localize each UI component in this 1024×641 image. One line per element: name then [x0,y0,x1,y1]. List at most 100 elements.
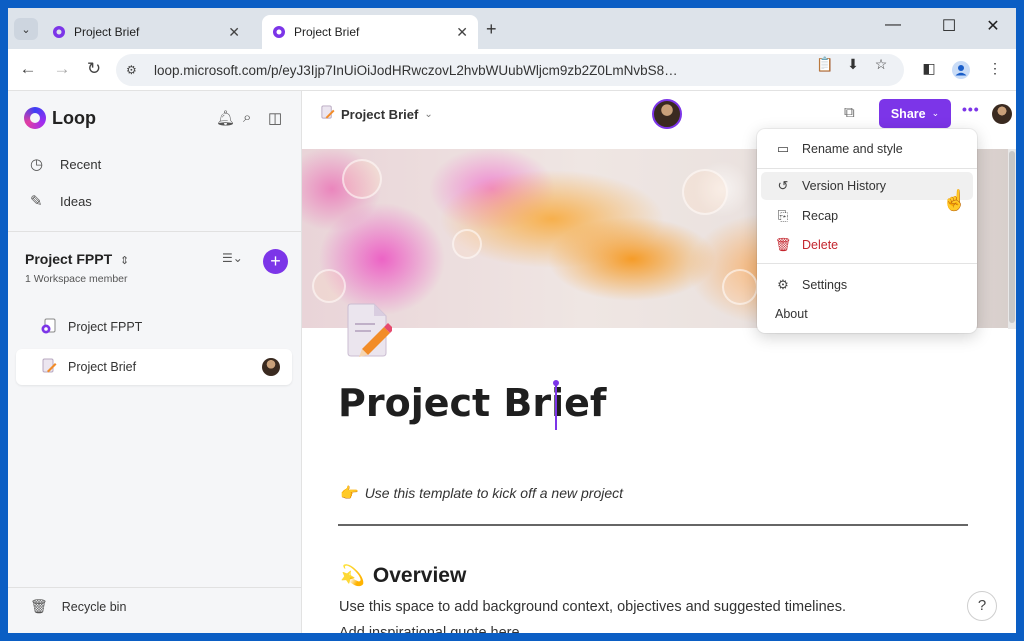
workspace-page-icon [40,317,58,338]
paragraph[interactable]: Add inspirational quote here. [339,625,524,633]
sidebar-item-ideas[interactable]: ✎ Ideas [30,192,92,210]
chevron-down-icon: ⌄ [424,108,433,120]
divider [8,587,301,588]
menu-divider [757,168,977,169]
help-button[interactable]: ? [967,591,997,621]
menu-item-label: Delete [802,238,839,252]
recap-icon: ⎘ [777,208,789,223]
install-app-icon[interactable]: ⬇ [842,56,864,73]
memo-icon [320,105,335,123]
memo-icon[interactable] [346,303,394,357]
clipboard-icon[interactable]: 📋 [814,56,836,73]
chevron-down-icon: ⌄ [931,108,940,118]
tab-close-icon[interactable]: ✕ [228,24,240,41]
sidebar-page-label: Project FPPT [68,320,143,334]
page-title[interactable]: Project Brief [338,381,606,425]
tab-close-icon[interactable]: ✕ [456,24,468,41]
side-panel-icon[interactable]: ◧ [918,60,940,77]
share-label: Share [890,106,926,121]
menu-divider [757,263,977,264]
divider [338,524,968,526]
memo-icon [40,358,58,377]
bubble-shape [452,229,482,259]
minimize-icon[interactable]: — [870,16,916,34]
menu-item-label: About [775,307,808,321]
bookmark-star-icon[interactable]: ☆ [870,56,892,73]
loop-favicon-icon [52,25,66,39]
scrollbar[interactable] [1008,149,1016,329]
bubble-shape [342,159,382,199]
close-window-icon[interactable]: ✕ [970,16,1016,36]
menu-item-delete[interactable]: 🗑︎ Delete [761,231,973,259]
tab-search-button[interactable]: ⌄ [14,18,38,40]
paragraph[interactable]: Use this space to add background context… [339,599,846,615]
menu-item-about[interactable]: About [761,300,973,328]
dizzy-icon: 💫 [340,565,365,587]
pointing-hand-icon: 👉 [340,485,359,502]
divider [8,231,301,232]
menu-item-settings[interactable]: ⚙ Settings [761,271,973,299]
sort-menu-icon[interactable]: ☰⌄ [222,251,243,265]
components-icon[interactable]: ⧉ [844,104,855,121]
sidebar-page-label: Project Brief [68,360,137,374]
more-options-button[interactable]: ••• [962,101,980,117]
trash-icon: 🗑︎ [774,237,792,252]
sidebar: Loop 🔔︎ ⌕ ◫ ◷ Recent ✎ Ideas Project FPP… [8,91,302,633]
menu-item-label: Rename and style [802,142,903,156]
tab-active[interactable]: Project Brief ✕ [262,15,478,49]
sidebar-page-project-fppt[interactable]: Project FPPT [16,309,292,345]
gear-icon: ⚙ [777,277,789,292]
bell-icon[interactable]: 🔔︎ [216,109,235,127]
maximize-icon[interactable]: ☐ [926,16,972,36]
menu-item-label: Version History [802,179,887,193]
loop-favicon-icon [272,25,286,39]
back-icon[interactable]: ← [16,59,40,79]
forward-icon[interactable]: → [50,59,74,79]
breadcrumb[interactable]: Project Brief ⌄ [320,105,433,123]
bubble-shape [722,269,758,305]
tab-label: Project Brief [294,25,360,39]
search-icon[interactable]: ⌕ [243,109,251,126]
collaborator-avatar[interactable] [652,99,682,129]
browser-menu-icon[interactable]: ⋮ [984,60,1006,77]
intro-text[interactable]: 👉 Use this template to kick off a new pr… [340,484,623,502]
tab-inactive[interactable]: Project Brief ✕ [42,15,250,49]
sidebar-page-project-brief[interactable]: Project Brief [16,349,292,385]
collapse-sidebar-icon[interactable]: ◫ [268,109,282,127]
recycle-bin-label: Recycle bin [61,599,127,614]
recycle-bin-button[interactable]: 🗑︎ Recycle bin [30,598,126,615]
workspace-title[interactable]: Project FPPT ⇕ [25,251,129,267]
rename-icon: ▭ [776,141,790,156]
hand-pointer-icon: ☝ [942,190,967,212]
section-heading-overview[interactable]: 💫 Overview [340,563,466,588]
avatar[interactable] [992,104,1012,124]
history-icon: ↺ [777,178,789,193]
avatar [262,358,280,376]
new-tab-button[interactable]: + [486,19,497,40]
menu-item-rename-and-style[interactable]: ▭ Rename and style [761,135,973,163]
browser-window: ⌄ Project Brief ✕ Project Brief ✕ + — ☐ … [8,8,1016,633]
menu-item-label: Recap [802,209,839,223]
section-heading-label: Overview [372,563,467,587]
scrollbar-thumb[interactable] [1009,151,1015,323]
app-name: Loop [52,107,96,128]
sidebar-item-label: Recent [60,156,102,172]
share-button[interactable]: Share ⌄ [879,99,951,128]
loop-logo[interactable]: Loop [24,107,96,129]
reload-icon[interactable]: ↻ [82,59,106,79]
workspace-title-text: Project FPPT [25,251,113,267]
toolbar: ← → ↻ ⚙ loop.microsoft.com/p/eyJ3Ijp7InU… [8,49,1016,91]
trash-icon: 🗑︎ [30,598,48,614]
tab-strip: ⌄ Project Brief ✕ Project Brief ✕ + — ☐ … [8,8,1016,49]
loop-logo-icon [24,107,46,129]
site-settings-icon[interactable]: ⚙ [126,63,144,77]
sidebar-item-recent[interactable]: ◷ Recent [30,155,101,173]
url-text[interactable]: loop.microsoft.com/p/eyJ3Ijp7InUiOiJodHR… [154,63,804,78]
collaborator-cursor [553,380,559,430]
sidebar-item-label: Ideas [60,193,92,209]
add-page-button[interactable]: + [263,249,288,274]
profile-icon[interactable] [950,60,972,83]
pen-icon: ✎ [30,193,43,210]
bubble-shape [682,169,728,215]
address-bar[interactable]: ⚙ loop.microsoft.com/p/eyJ3Ijp7InUiOiJod… [116,54,904,86]
